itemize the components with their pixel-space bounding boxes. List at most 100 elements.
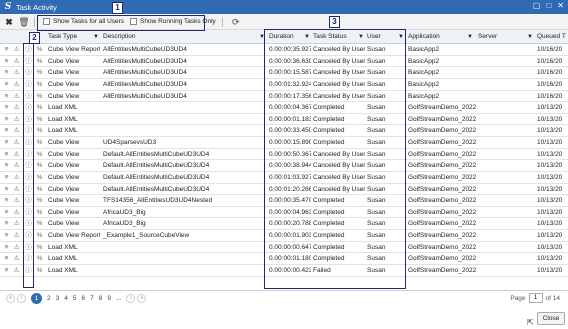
warning-icon[interactable]: ⚠ (12, 253, 21, 264)
mouse-cursor-icon: ⇱ (527, 318, 534, 327)
column-header-application[interactable]: Application (406, 30, 466, 43)
filter-icon[interactable]: ▼ (527, 30, 533, 44)
detail-lines-icon[interactable]: ≡ (2, 172, 11, 183)
column-header-queued[interactable]: Queued T (535, 30, 568, 43)
warning-icon[interactable]: ⚠ (12, 125, 21, 136)
detail-lines-icon[interactable]: ≡ (2, 102, 11, 113)
warning-icon[interactable]: ⚠ (12, 160, 21, 171)
cell-task-type: Cube View (48, 80, 80, 88)
percent-icon[interactable]: % (35, 184, 44, 195)
percent-icon[interactable]: % (35, 56, 44, 67)
warning-icon[interactable]: ⚠ (12, 91, 21, 102)
detail-lines-icon[interactable]: ≡ (2, 207, 11, 218)
filter-icon[interactable]: ▼ (93, 30, 99, 44)
detail-lines-icon[interactable]: ≡ (2, 265, 11, 276)
detail-lines-icon[interactable]: ≡ (2, 230, 11, 241)
warning-icon[interactable]: ⚠ (12, 149, 21, 160)
percent-icon[interactable]: % (35, 172, 44, 183)
detail-lines-icon[interactable]: ≡ (2, 79, 11, 90)
filter-icon[interactable]: ▼ (467, 30, 473, 44)
restore-icon[interactable]: ▢ (533, 1, 541, 10)
cell-application: GolfStreamDemo_2022 (408, 104, 476, 112)
column-header-task-type[interactable]: Task Type (46, 30, 91, 43)
detail-lines-icon[interactable]: ≡ (2, 137, 11, 148)
page-number-link[interactable]: 3 (56, 295, 60, 302)
cell-server (476, 184, 534, 195)
percent-icon[interactable]: % (35, 67, 44, 78)
column-header-server[interactable]: Server (476, 30, 526, 43)
maximize-icon[interactable]: □ (546, 1, 551, 10)
percent-icon[interactable]: % (35, 195, 44, 206)
page-number-link[interactable]: 9 (107, 295, 111, 302)
trash-icon[interactable]: 🗑 (18, 16, 30, 28)
page-number-link[interactable]: ... (116, 295, 121, 302)
percent-icon[interactable]: % (35, 102, 44, 113)
detail-lines-icon[interactable]: ≡ (2, 253, 11, 264)
refresh-icon[interactable]: ⟳ (230, 16, 242, 28)
cell-server (476, 172, 534, 183)
warning-icon[interactable]: ⚠ (12, 265, 21, 276)
detail-lines-icon[interactable]: ≡ (2, 160, 11, 171)
last-page-button[interactable]: » (137, 293, 147, 303)
percent-icon[interactable]: % (35, 125, 44, 136)
detail-lines-icon[interactable]: ≡ (2, 56, 11, 67)
warning-icon[interactable]: ⚠ (12, 56, 21, 67)
close-icon[interactable]: ✕ (557, 1, 564, 10)
percent-icon[interactable]: % (35, 160, 44, 171)
page-number-link[interactable]: 8 (99, 295, 103, 302)
prev-page-button[interactable]: ‹ (17, 293, 26, 303)
percent-icon[interactable]: % (35, 230, 44, 241)
close-button[interactable]: Close (537, 312, 565, 325)
detail-lines-icon[interactable]: ≡ (2, 195, 11, 206)
percent-icon[interactable]: % (35, 114, 44, 125)
percent-icon[interactable]: % (35, 91, 44, 102)
warning-icon[interactable]: ⚠ (12, 102, 21, 113)
warning-icon[interactable]: ⚠ (12, 207, 21, 218)
cell-description: AllEntitiesMultiCubeUD3UD4 (103, 92, 187, 100)
percent-icon[interactable]: % (35, 265, 44, 276)
warning-icon[interactable]: ⚠ (12, 195, 21, 206)
percent-icon[interactable]: % (35, 137, 44, 148)
detail-lines-icon[interactable]: ≡ (2, 114, 11, 125)
warning-icon[interactable]: ⚠ (12, 184, 21, 195)
warning-icon[interactable]: ⚠ (12, 79, 21, 90)
column-header-description[interactable]: Description (101, 30, 261, 43)
page-number-link[interactable]: 6 (82, 295, 86, 302)
warning-icon[interactable]: ⚠ (12, 218, 21, 229)
warning-icon[interactable]: ⚠ (12, 172, 21, 183)
percent-icon[interactable]: % (35, 242, 44, 253)
delete-x-icon[interactable]: ✖ (3, 16, 15, 28)
percent-icon[interactable]: % (35, 218, 44, 229)
warning-icon[interactable]: ⚠ (12, 137, 21, 148)
page-number-link[interactable]: 1 (31, 292, 42, 304)
detail-lines-icon[interactable]: ≡ (2, 184, 11, 195)
detail-lines-icon[interactable]: ≡ (2, 91, 11, 102)
detail-lines-icon[interactable]: ≡ (2, 149, 11, 160)
warning-icon[interactable]: ⚠ (12, 242, 21, 253)
detail-lines-icon[interactable]: ≡ (2, 242, 11, 253)
detail-lines-icon[interactable]: ≡ (2, 218, 11, 229)
warning-icon[interactable]: ⚠ (12, 114, 21, 125)
detail-lines-icon[interactable]: ≡ (2, 125, 11, 136)
page-number-link[interactable]: 5 (73, 295, 77, 302)
detail-lines-icon[interactable]: ≡ (2, 44, 11, 55)
cell-task-type: Cube View (48, 185, 80, 193)
page-number-link[interactable]: 7 (90, 295, 94, 302)
first-page-button[interactable]: « (6, 293, 15, 303)
percent-icon[interactable]: % (35, 79, 44, 90)
detail-lines-icon[interactable]: ≡ (2, 67, 11, 78)
percent-icon[interactable]: % (35, 253, 44, 264)
next-page-button[interactable]: › (126, 293, 136, 303)
page-number-link[interactable]: 4 (64, 295, 68, 302)
percent-icon[interactable]: % (35, 207, 44, 218)
percent-icon[interactable]: % (35, 44, 44, 55)
cell-application: GolfStreamDemo_2022 (408, 232, 476, 240)
warning-icon[interactable]: ⚠ (12, 44, 21, 55)
page-input[interactable]: 1 (528, 293, 543, 303)
onestream-logo-icon: S (4, 2, 12, 12)
warning-icon[interactable]: ⚠ (12, 230, 21, 241)
percent-icon[interactable]: % (35, 149, 44, 160)
warning-icon[interactable]: ⚠ (12, 67, 21, 78)
page-number-link[interactable]: 2 (47, 295, 51, 302)
cell-task-type: Load XML (48, 243, 78, 251)
